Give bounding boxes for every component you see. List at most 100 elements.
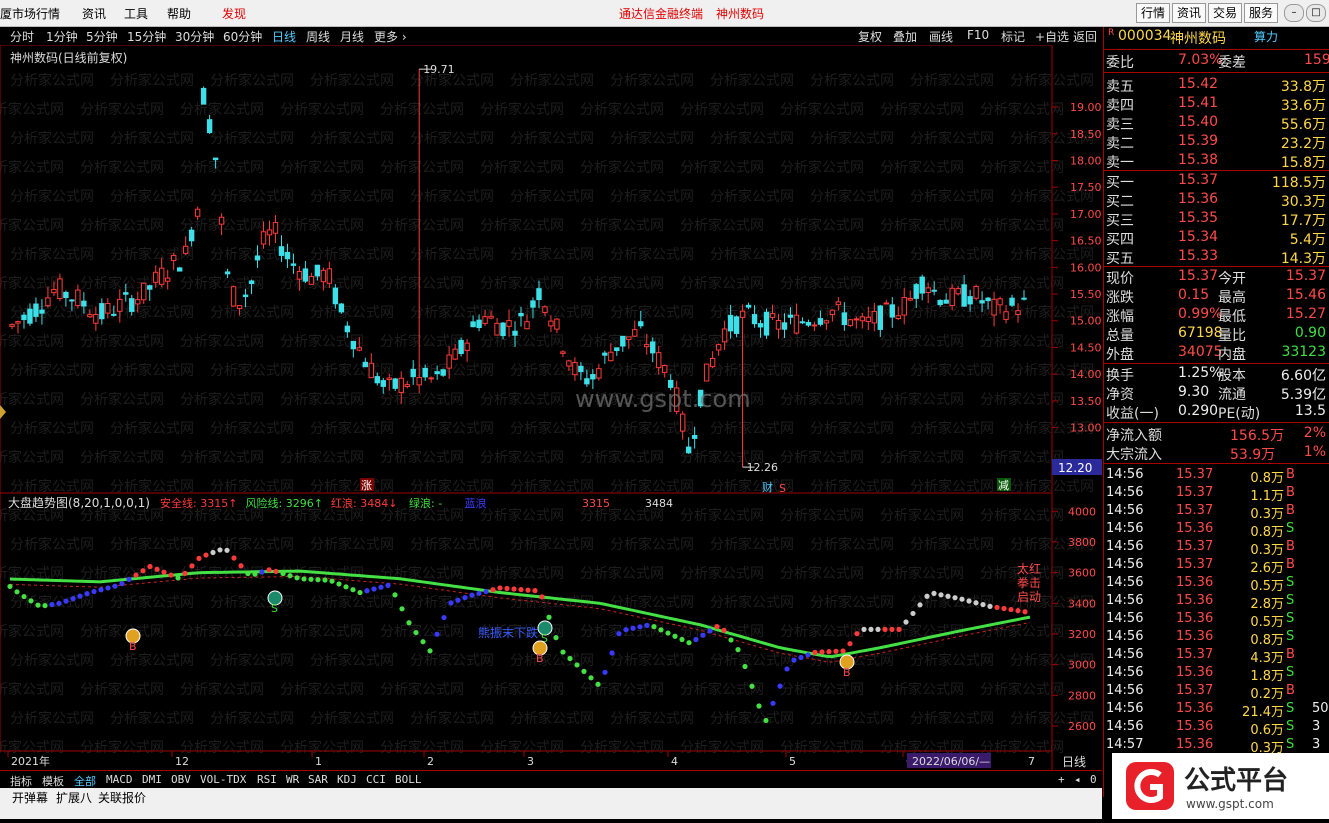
f10-button[interactable]: F10 <box>967 28 989 42</box>
wave-dot <box>840 648 846 654</box>
candle-up <box>865 316 872 323</box>
price-tick-label: 15.50 <box>1070 288 1102 301</box>
related-quote-button[interactable]: 关联报价 <box>98 789 146 806</box>
watermark-text: 分析家公式网 <box>10 72 94 89</box>
watermark-text: 分析家公式网 <box>10 362 94 379</box>
watermark-text: 分析家公式网 <box>110 420 194 437</box>
period-label[interactable]: 日线 <box>1062 755 1086 769</box>
candle-down <box>290 263 297 266</box>
indicator-tab[interactable]: 全部 <box>74 773 96 789</box>
indicator-tab[interactable]: BOLL <box>395 773 422 786</box>
trade-button[interactable]: 交易 <box>1208 3 1242 23</box>
tf-more[interactable]: 更多 › <box>374 28 407 45</box>
watermark-text: 分析家公式网 <box>510 420 594 437</box>
wave-dot <box>210 549 216 556</box>
stat2-label: 收益(一) <box>1106 406 1159 422</box>
back-button[interactable]: 返回 <box>1073 28 1097 45</box>
candle-down <box>602 352 608 356</box>
stat-label: 量比 <box>1218 328 1246 344</box>
watermark-text: 分析家公式网 <box>580 739 664 756</box>
indicator-tab[interactable]: CCI <box>366 773 386 786</box>
service-button[interactable]: 服务 <box>1244 3 1278 23</box>
watermark-text: 分析家公式网 <box>580 449 664 466</box>
overlay-button[interactable]: 叠加 <box>893 28 917 45</box>
buy-volume: 118.5万 <box>1271 175 1326 191</box>
wave-dot <box>511 586 517 592</box>
tick-row: 14:56 15.36 0.5万 S <box>1104 575 1329 594</box>
menu-help[interactable]: 帮助 <box>167 5 191 22</box>
wave-dot <box>665 630 671 636</box>
scroll-left-icon[interactable]: ◂ <box>1074 773 1081 786</box>
zoom-in-icon[interactable]: + <box>1058 773 1065 786</box>
adjust-button[interactable]: 复权 <box>858 28 882 45</box>
wave-dot <box>784 666 790 672</box>
tf-60min[interactable]: 60分钟 <box>223 28 262 45</box>
wave-dot <box>539 594 545 600</box>
restore-icon[interactable]: □ <box>1306 4 1326 22</box>
menu-tools[interactable]: 工具 <box>124 5 148 22</box>
danmu-button[interactable]: 开弹幕 <box>12 789 48 806</box>
candle-up <box>793 314 800 334</box>
wave-dot <box>357 589 363 596</box>
watermark-text: 分析家公式网 <box>810 536 894 553</box>
wave-dot <box>14 589 20 595</box>
stat-row: 外盘 34075 内盘 33123 <box>1104 344 1329 363</box>
tf-daily[interactable]: 日线 <box>272 28 296 45</box>
indicator-tab[interactable]: WR <box>286 773 299 786</box>
watermark-text: 分析家公式网 <box>580 565 664 582</box>
candle-up <box>15 321 21 324</box>
watermark-text: 分析家公式网 <box>780 391 864 408</box>
watermark-text: 分析家公式网 <box>510 652 594 669</box>
watermark-text: 分析家公式网 <box>110 594 194 611</box>
candle-down <box>751 314 758 325</box>
indicator-tab[interactable]: 指标 <box>10 773 32 789</box>
quote-button[interactable]: 行情 <box>1136 3 1170 23</box>
watermark-text: 分析家公式网 <box>210 710 294 727</box>
kline-chart[interactable]: 分析家公式网 分析家公式网 分析家公式网 分析家公式网 分析家公式网 分析家公式网 分析家公… <box>0 45 1102 770</box>
watermark-text: 分析家公式网 <box>610 304 694 321</box>
watermark-text: 分析家公式网 <box>680 217 764 234</box>
stat-label: 内盘 <box>1218 347 1246 363</box>
indicator-title: 大盘趋势图(8,20,1,0,0,1) <box>8 495 150 510</box>
indicator-tab[interactable]: KDJ <box>337 773 357 786</box>
minimize-icon[interactable]: – <box>1284 4 1304 22</box>
indicator-tab[interactable]: MACD <box>106 773 133 786</box>
candle-down <box>889 304 895 318</box>
tf-monthly[interactable]: 月线 <box>340 28 364 45</box>
extend-button[interactable]: 扩展八 <box>56 789 92 806</box>
watermark-text: 分析家公式网 <box>510 710 594 727</box>
candle-up <box>93 313 99 324</box>
menu-news[interactable]: 资讯 <box>82 5 106 22</box>
draw-button[interactable]: 画线 <box>929 28 953 45</box>
suanli-tag[interactable]: 算力 <box>1254 28 1278 45</box>
candle-up <box>272 222 279 234</box>
candle-up <box>153 271 159 283</box>
candle-down <box>500 322 506 337</box>
wave-dot <box>602 669 608 675</box>
mark-button[interactable]: 标记 <box>1001 28 1025 45</box>
wave-dot <box>56 600 62 607</box>
tf-5min[interactable]: 5分钟 <box>86 28 118 45</box>
candle-up <box>626 336 632 340</box>
candle-up <box>632 329 638 337</box>
candle-down <box>123 292 129 295</box>
buy-label: 买三 <box>1106 213 1134 229</box>
indicator-tab[interactable]: VOL-TDX <box>200 773 246 786</box>
candle-up <box>901 297 907 316</box>
add-watch-button[interactable]: +自选 <box>1035 28 1069 45</box>
tf-tick[interactable]: 分时 <box>10 28 34 45</box>
indicator-tab[interactable]: SAR <box>308 773 328 786</box>
news-button[interactable]: 资讯 <box>1172 3 1206 23</box>
indicator-tab[interactable]: OBV <box>171 773 191 786</box>
wave-dot <box>812 649 818 655</box>
tf-1min[interactable]: 1分钟 <box>46 28 78 45</box>
tf-30min[interactable]: 30分钟 <box>175 28 214 45</box>
indicator-tab[interactable]: 模板 <box>42 773 64 789</box>
indicator-tab[interactable]: DMI <box>142 773 162 786</box>
menu-market[interactable]: 厦市场行情 <box>0 5 60 22</box>
indicator-tab[interactable]: RSI <box>257 773 277 786</box>
tf-weekly[interactable]: 周线 <box>306 28 330 45</box>
menu-discover[interactable]: 发现 <box>222 5 246 22</box>
candle-up <box>871 310 878 324</box>
tf-15min[interactable]: 15分钟 <box>127 28 166 45</box>
